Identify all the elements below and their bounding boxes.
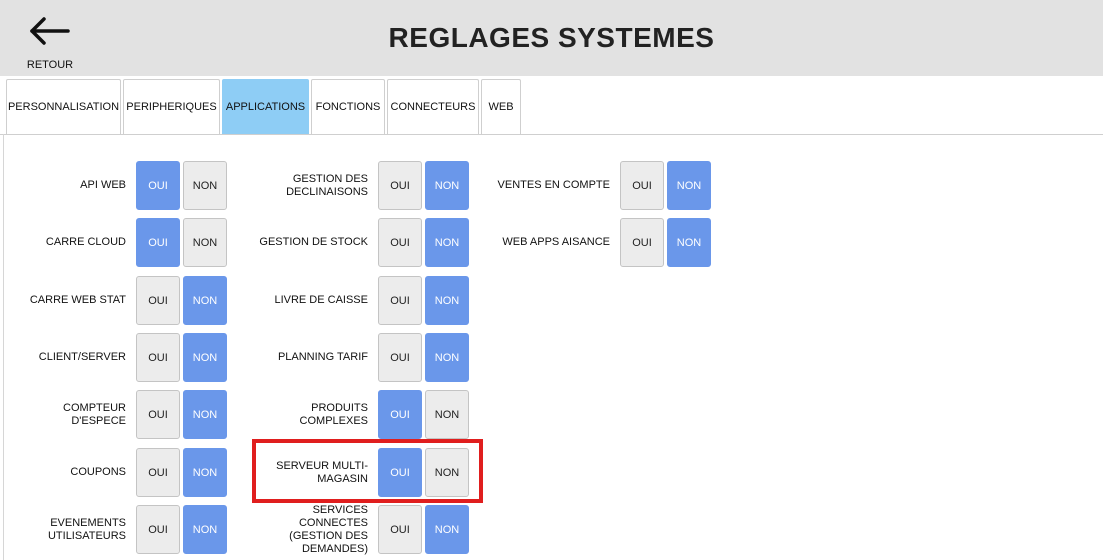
tab-fonctions[interactable]: FONCTIONS [311, 79, 385, 134]
oui-button-api-web[interactable]: OUI [136, 161, 180, 210]
oui-button-ventes-en-compte[interactable]: OUI [620, 161, 664, 210]
setting-label-client-server: CLIENT/SERVER [38, 351, 126, 363]
oui-button-compteur-d-espece[interactable]: OUI [136, 390, 180, 439]
setting-label-planning-tarif: PLANNING TARIF [277, 351, 368, 363]
oui-button-coupons[interactable]: OUI [136, 448, 180, 497]
setting-label-produits-complexes: PRODUITS COMPLEXES [299, 401, 368, 427]
non-button-api-web[interactable]: NON [183, 161, 227, 210]
tab-bar: PERSONNALISATION PERIPHERIQUES APPLICATI… [0, 76, 1103, 135]
oui-button-carre-cloud[interactable]: OUI [136, 218, 180, 267]
non-button-evenements-utilisateurs[interactable]: NON [183, 505, 227, 554]
setting-label-coupons: COUPONS [70, 466, 126, 478]
header-bar: RETOUR REGLAGES SYSTEMES [0, 0, 1103, 76]
setting-label-services-connectes-gestion-des-demandes: SERVICES CONNECTES (GESTION DES DEMANDES… [289, 503, 368, 555]
tab-peripheriques[interactable]: PERIPHERIQUES [123, 79, 220, 134]
back-label: RETOUR [26, 59, 74, 71]
oui-button-evenements-utilisateurs[interactable]: OUI [136, 505, 180, 554]
setting-label-api-web: API WEB [80, 179, 126, 191]
oui-button-services-connectes-gestion-des-demandes[interactable]: OUI [378, 505, 422, 554]
non-button-produits-complexes[interactable]: NON [425, 390, 469, 439]
non-button-gestion-des-declinaisons[interactable]: NON [425, 161, 469, 210]
non-button-ventes-en-compte[interactable]: NON [667, 161, 711, 210]
non-button-coupons[interactable]: NON [183, 448, 227, 497]
oui-button-gestion-des-declinaisons[interactable]: OUI [378, 161, 422, 210]
setting-label-web-apps-aisance: WEB APPS AISANCE [502, 236, 610, 248]
non-button-compteur-d-espece[interactable]: NON [183, 390, 227, 439]
tab-web[interactable]: WEB [481, 79, 521, 134]
oui-button-gestion-de-stock[interactable]: OUI [378, 218, 422, 267]
oui-button-carre-web-stat[interactable]: OUI [136, 276, 180, 325]
non-button-client-server[interactable]: NON [183, 333, 227, 382]
tab-connecteurs[interactable]: CONNECTEURS [387, 79, 479, 134]
setting-label-carre-web-stat: CARRE WEB STAT [29, 294, 126, 306]
non-button-serveur-multi-magasin[interactable]: NON [425, 448, 469, 497]
setting-label-evenements-utilisateurs: EVENEMENTS UTILISATEURS [47, 516, 126, 542]
non-button-gestion-de-stock[interactable]: NON [425, 218, 469, 267]
setting-label-compteur-d-espece: COMPTEUR D'ESPECE [63, 401, 126, 427]
setting-label-gestion-de-stock: GESTION DE STOCK [259, 236, 368, 248]
non-button-planning-tarif[interactable]: NON [425, 333, 469, 382]
oui-button-client-server[interactable]: OUI [136, 333, 180, 382]
setting-label-serveur-multi-magasin: SERVEUR MULTI-MAGASIN [276, 459, 368, 485]
non-button-carre-web-stat[interactable]: NON [183, 276, 227, 325]
oui-button-serveur-multi-magasin[interactable]: OUI [378, 448, 422, 497]
oui-button-livre-de-caisse[interactable]: OUI [378, 276, 422, 325]
oui-button-produits-complexes[interactable]: OUI [378, 390, 422, 439]
setting-label-carre-cloud: CARRE CLOUD [45, 236, 126, 248]
non-button-services-connectes-gestion-des-demandes[interactable]: NON [425, 505, 469, 554]
non-button-livre-de-caisse[interactable]: NON [425, 276, 469, 325]
non-button-web-apps-aisance[interactable]: NON [667, 218, 711, 267]
oui-button-planning-tarif[interactable]: OUI [378, 333, 422, 382]
non-button-carre-cloud[interactable]: NON [183, 218, 227, 267]
setting-label-livre-de-caisse: LIVRE DE CAISSE [274, 294, 368, 306]
setting-label-gestion-des-declinaisons: GESTION DES DECLINAISONS [286, 172, 368, 198]
page-title: REGLAGES SYSTEMES [388, 22, 715, 53]
tab-applications[interactable]: APPLICATIONS [222, 79, 309, 134]
oui-button-web-apps-aisance[interactable]: OUI [620, 218, 664, 267]
tab-personnalisation[interactable]: PERSONNALISATION [6, 79, 121, 134]
content-border [3, 134, 4, 560]
setting-label-ventes-en-compte: VENTES EN COMPTE [497, 179, 610, 191]
